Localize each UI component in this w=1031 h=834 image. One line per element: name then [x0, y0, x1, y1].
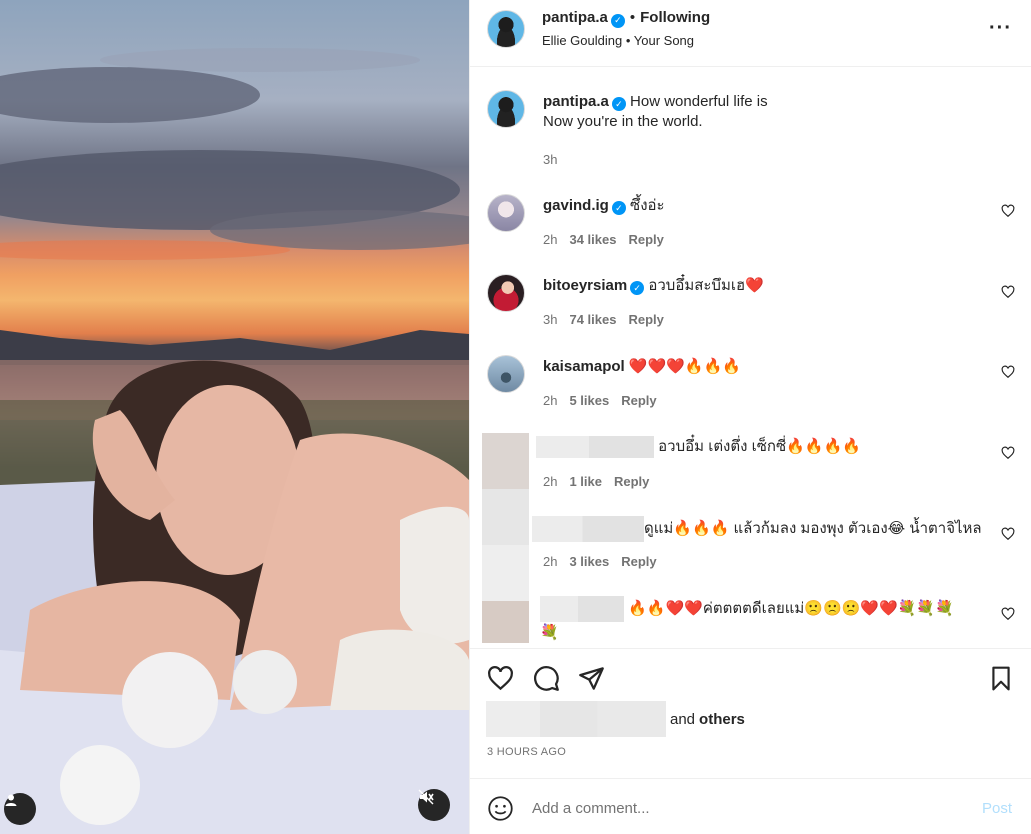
commenter-avatar[interactable] — [487, 194, 525, 232]
redacted-username — [536, 436, 654, 458]
redacted-avatar — [482, 545, 529, 601]
comment-body: อวบอึ๋มสะบึมเฮ❤️ — [648, 277, 764, 294]
comment-meta: 2h 1 like Reply — [543, 474, 649, 489]
share-paper-plane-icon[interactable] — [578, 665, 605, 692]
separator-dot: • — [622, 33, 634, 48]
post-side-panel: pantipa.a ✓ • Following Ellie Goulding • Yo… — [469, 0, 1031, 834]
caption-text: pantipa.a ✓ How wonderful life is Now you… — [543, 92, 768, 132]
comment-meta: 3h 74 likes Reply — [543, 312, 664, 327]
comment-body: ซึ้งอ่ะ — [630, 197, 665, 214]
reply-button[interactable]: Reply — [614, 474, 649, 489]
comment-meta: 2h 3 likes Reply — [543, 554, 657, 569]
comment-time: 3h — [543, 312, 558, 327]
redacted-liked-by — [486, 701, 666, 737]
comment-body: 🔥🔥❤️❤️ค่ตตตตดีเลยแม่🙁🙁🙁❤️❤️💐💐💐 — [628, 599, 954, 617]
save-bookmark-icon[interactable] — [988, 665, 1014, 692]
comment-likes[interactable]: 1 like — [569, 474, 602, 489]
commenter-avatar[interactable] — [487, 355, 525, 393]
comment-body-cont: 💐 — [540, 624, 559, 641]
audio-song: Your Song — [633, 33, 695, 48]
post-comment-button[interactable]: Post — [982, 800, 1012, 817]
tagged-user-icon[interactable] — [4, 793, 36, 825]
reply-button[interactable]: Reply — [621, 393, 656, 408]
like-comment-heart-icon[interactable] — [1001, 607, 1015, 621]
comment-likes[interactable]: 74 likes — [569, 312, 616, 327]
post-actions: and others 3 HOURS AGO — [470, 648, 1031, 778]
commenter-avatar[interactable] — [487, 274, 525, 312]
comment-time: 2h — [543, 474, 558, 489]
separator-dot: • — [629, 9, 636, 26]
emoji-icon[interactable] — [487, 795, 514, 822]
comment-text: kaisamapol ❤️❤️❤️🔥🔥🔥 — [543, 357, 741, 377]
comment-likes[interactable]: 3 likes — [569, 554, 609, 569]
more-options-icon[interactable]: ··· — [989, 17, 1012, 40]
add-comment-bar: Post — [470, 778, 1031, 834]
likes-and: and — [670, 710, 696, 728]
redacted-username — [532, 516, 644, 542]
caption-line-2: Now you're in the world. — [543, 113, 703, 130]
post-timestamp: 3 HOURS AGO — [487, 746, 567, 758]
redacted-username — [540, 596, 624, 622]
verified-icon: ✓ — [610, 13, 625, 28]
reply-button[interactable]: Reply — [628, 312, 663, 327]
photo-illustration — [0, 48, 469, 834]
comment-bubble-icon[interactable] — [533, 665, 560, 692]
audio-track-line[interactable]: Ellie Goulding • Your Song — [542, 33, 694, 48]
header-title-line: pantipa.a ✓ • Following — [542, 9, 710, 28]
audio-artist: Ellie Goulding — [542, 33, 623, 48]
comment-text: อวบอึ๋ม เต่งตึ่ง เซ็กซี่🔥🔥🔥🔥 — [536, 436, 861, 458]
verified-icon: ✓ — [611, 201, 626, 215]
comment-text: bitoeyrsiam ✓ อวบอึ๋มสะบึมเฮ❤️ — [543, 276, 764, 296]
like-comment-heart-icon[interactable] — [1001, 446, 1015, 460]
redacted-avatar — [482, 489, 529, 545]
like-heart-icon[interactable] — [487, 665, 514, 692]
following-button[interactable]: Following — [640, 9, 710, 26]
like-comment-heart-icon[interactable] — [1001, 204, 1015, 218]
comment-body: ดูแม่🔥🔥🔥 แล้วก้มลง มองพุง ตัวเอง😂 น้ำตาจ… — [644, 519, 982, 537]
redacted-avatar — [482, 601, 529, 643]
comment-meta: 2h 5 likes Reply — [543, 393, 657, 408]
comment-username[interactable]: gavind.ig — [543, 197, 609, 214]
post-photo[interactable] — [0, 0, 469, 834]
comment-meta: 2h 34 likes Reply — [543, 232, 664, 247]
likes-others[interactable]: others — [699, 711, 745, 728]
caption-time: 3h — [543, 152, 558, 167]
reply-button[interactable]: Reply — [621, 554, 656, 569]
like-comment-heart-icon[interactable] — [1001, 285, 1015, 299]
owner-username[interactable]: pantipa.a — [542, 9, 608, 26]
caption-line-1: How wonderful life is — [630, 93, 768, 110]
owner-avatar[interactable] — [487, 10, 525, 48]
verified-icon: ✓ — [630, 281, 645, 295]
comment-likes[interactable]: 5 likes — [569, 393, 609, 408]
owner-avatar[interactable] — [487, 90, 525, 128]
liked-by-line[interactable]: and others — [486, 701, 745, 737]
like-comment-heart-icon[interactable] — [1001, 365, 1015, 379]
comment-text: gavind.ig ✓ ซึ้งอ่ะ — [543, 196, 665, 216]
comment-input[interactable] — [532, 797, 952, 819]
comment-time: 2h — [543, 393, 558, 408]
comment-username[interactable]: bitoeyrsiam — [543, 277, 627, 294]
comment-time: 2h — [543, 232, 558, 247]
comment-text: 🔥🔥❤️❤️ค่ตตตตดีเลยแม่🙁🙁🙁❤️❤️💐💐💐 💐 — [540, 596, 954, 644]
comment-text: ดูแม่🔥🔥🔥 แล้วก้มลง มองพุง ตัวเอง😂 น้ำตาจ… — [532, 516, 982, 542]
post-header: pantipa.a ✓ • Following Ellie Goulding • Yo… — [470, 0, 1031, 67]
audio-muted-icon[interactable] — [418, 789, 450, 821]
comment-username[interactable]: kaisamapol — [543, 358, 625, 375]
comment-likes[interactable]: 34 likes — [569, 232, 616, 247]
comment-body: อวบอึ๋ม เต่งตึ่ง เซ็กซี่🔥🔥🔥🔥 — [658, 437, 861, 455]
redacted-avatar — [482, 433, 529, 489]
comment-body: ❤️❤️❤️🔥🔥🔥 — [628, 358, 741, 375]
caption-username[interactable]: pantipa.a — [543, 93, 609, 110]
verified-icon: ✓ — [611, 97, 626, 111]
reply-button[interactable]: Reply — [628, 232, 663, 247]
like-comment-heart-icon[interactable] — [1001, 527, 1015, 541]
comment-time: 2h — [543, 554, 558, 569]
